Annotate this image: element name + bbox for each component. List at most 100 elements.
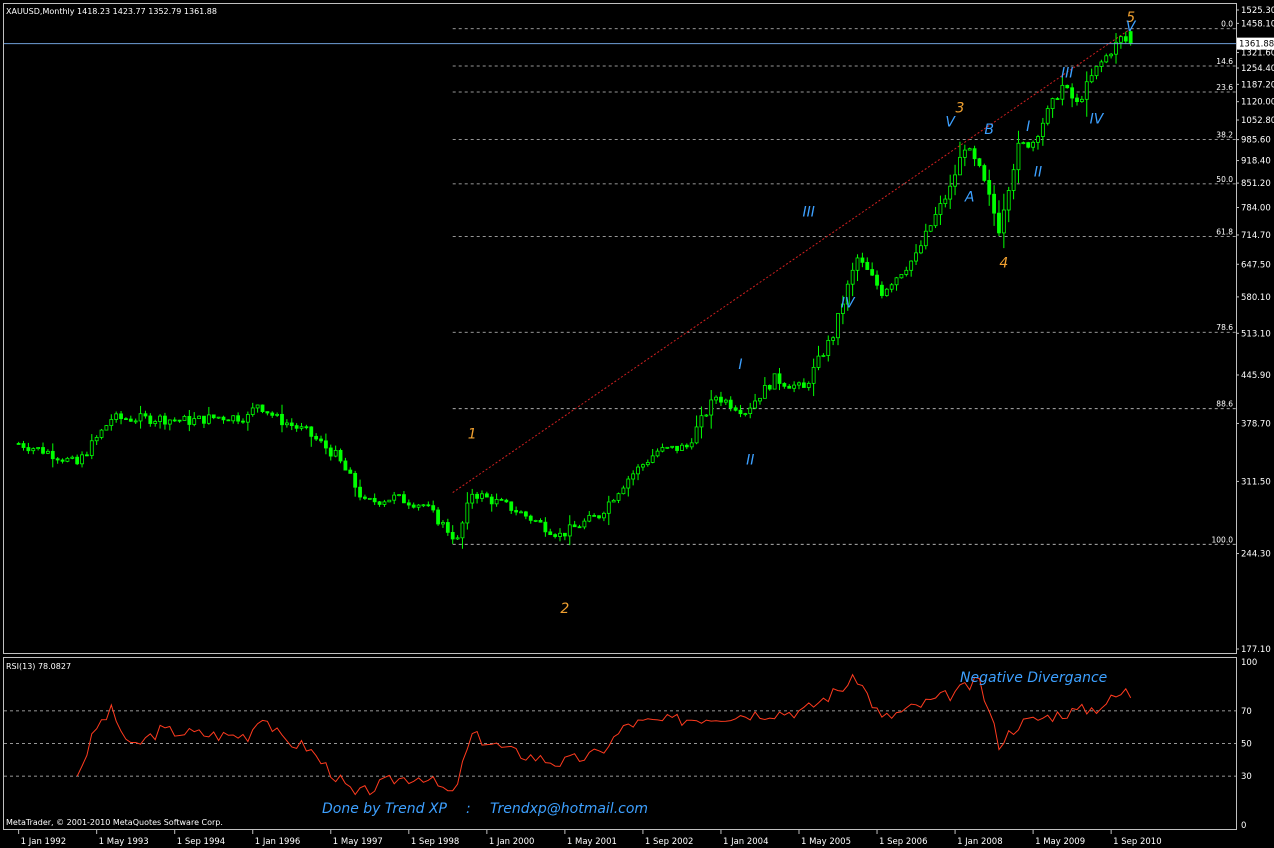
candle-body (353, 472, 358, 488)
candle-body (104, 425, 109, 431)
candle-body (397, 494, 401, 497)
wave-label-IV: IV (841, 295, 856, 311)
price-tick-label: 647.50 (1241, 260, 1271, 270)
candle-body (1050, 98, 1055, 109)
candle-body (319, 438, 323, 442)
candle-body (909, 260, 914, 271)
candle-body (255, 404, 260, 409)
candle-body (914, 252, 918, 262)
time-tick-label: 1 May 2009 (1035, 837, 1085, 847)
candle-body (392, 494, 397, 501)
candle-body (1094, 66, 1099, 77)
candle-body (1079, 98, 1084, 102)
candle-body (167, 419, 172, 425)
candle-body (441, 522, 445, 525)
candle-body (138, 413, 143, 422)
price-tick-label: 851.20 (1241, 179, 1271, 189)
wave-label-IV: IV (1090, 112, 1105, 128)
wave-label-III: III (1061, 65, 1073, 81)
candle-body (416, 504, 421, 508)
candle-body (304, 426, 309, 429)
candle-body (494, 498, 499, 505)
candle-body (450, 531, 455, 540)
credit-text: Done by Trend XP (322, 801, 448, 817)
candle-body (967, 148, 972, 151)
candle-body (758, 397, 762, 402)
candle-body (519, 511, 523, 514)
candle-body (806, 382, 811, 388)
candle-body (436, 509, 440, 525)
price-tick-label: 1052.80 (1241, 116, 1274, 126)
candle-body (1070, 87, 1075, 99)
candle-body (558, 532, 562, 537)
candle-body (899, 274, 904, 279)
candle-body (60, 459, 65, 462)
candle-body (602, 512, 606, 519)
candle-body (426, 504, 431, 507)
candle-body (260, 404, 265, 412)
candle-body (109, 419, 114, 426)
price-tick-label: 1458.10 (1241, 19, 1274, 29)
price-tick-label: 445.90 (1241, 371, 1271, 381)
candle-body (499, 498, 504, 501)
candle-body (280, 413, 284, 426)
candle-body (65, 457, 70, 462)
candle-body (680, 444, 684, 451)
candle-body (714, 396, 718, 401)
candle-body (626, 478, 631, 489)
candle-body (465, 502, 470, 524)
candle-body (616, 493, 621, 501)
wave-label-4: 4 (999, 256, 1008, 272)
candle-body (314, 435, 319, 440)
candle-body (31, 448, 36, 452)
candle-body (992, 193, 996, 214)
candle-body (299, 426, 304, 429)
candle-body (1036, 136, 1040, 143)
wave-label-2: 2 (560, 601, 569, 617)
candle-body (348, 469, 353, 474)
candle-body (470, 493, 475, 504)
candle-body (1065, 84, 1070, 89)
time-tick-label: 1 Jan 2000 (489, 837, 535, 847)
wave-label-II: II (1034, 165, 1042, 181)
candle-body (270, 412, 275, 416)
candle-body (553, 534, 558, 537)
candle-body (821, 355, 826, 357)
candle-body (333, 449, 338, 457)
fib-label: 38.2 (1216, 130, 1233, 139)
candle-body (767, 385, 772, 390)
candle-body (831, 337, 836, 341)
candle-body (1045, 108, 1050, 124)
price-tick-label: 244.30 (1241, 550, 1271, 560)
candle-body (548, 531, 553, 536)
candle-body (572, 524, 577, 528)
candle-body (206, 414, 211, 424)
rsi-tick-label: 70 (1241, 707, 1252, 717)
candle-body (865, 261, 870, 270)
copyright-text: MetaTrader, © 2001-2010 MetaQuotes Softw… (6, 818, 223, 827)
candle-body (94, 437, 99, 442)
candle-body (289, 422, 294, 427)
candle-body (611, 499, 616, 503)
candle-body (504, 499, 509, 503)
price-tick-label: 714.70 (1241, 231, 1271, 241)
candle-body (811, 366, 816, 384)
fib-label: 14.6 (1216, 57, 1233, 66)
candle-body (80, 454, 84, 465)
candle-body (406, 502, 411, 506)
candle-body (523, 511, 528, 517)
price-tick-label: 378.70 (1241, 419, 1271, 429)
candle-body (294, 425, 299, 429)
price-tick-label: 985.60 (1241, 136, 1271, 146)
price-tick-label: 784.00 (1241, 204, 1271, 214)
candle-body (1123, 36, 1128, 42)
candle-body (411, 504, 416, 508)
candle-body (797, 382, 801, 386)
candle-body (884, 288, 889, 296)
time-tick-label: 1 Sep 1998 (411, 837, 459, 847)
candle-body (875, 274, 879, 286)
candle-body (241, 420, 245, 423)
candle-body (509, 501, 514, 511)
candle-body (777, 373, 782, 384)
candle-body (689, 442, 694, 448)
